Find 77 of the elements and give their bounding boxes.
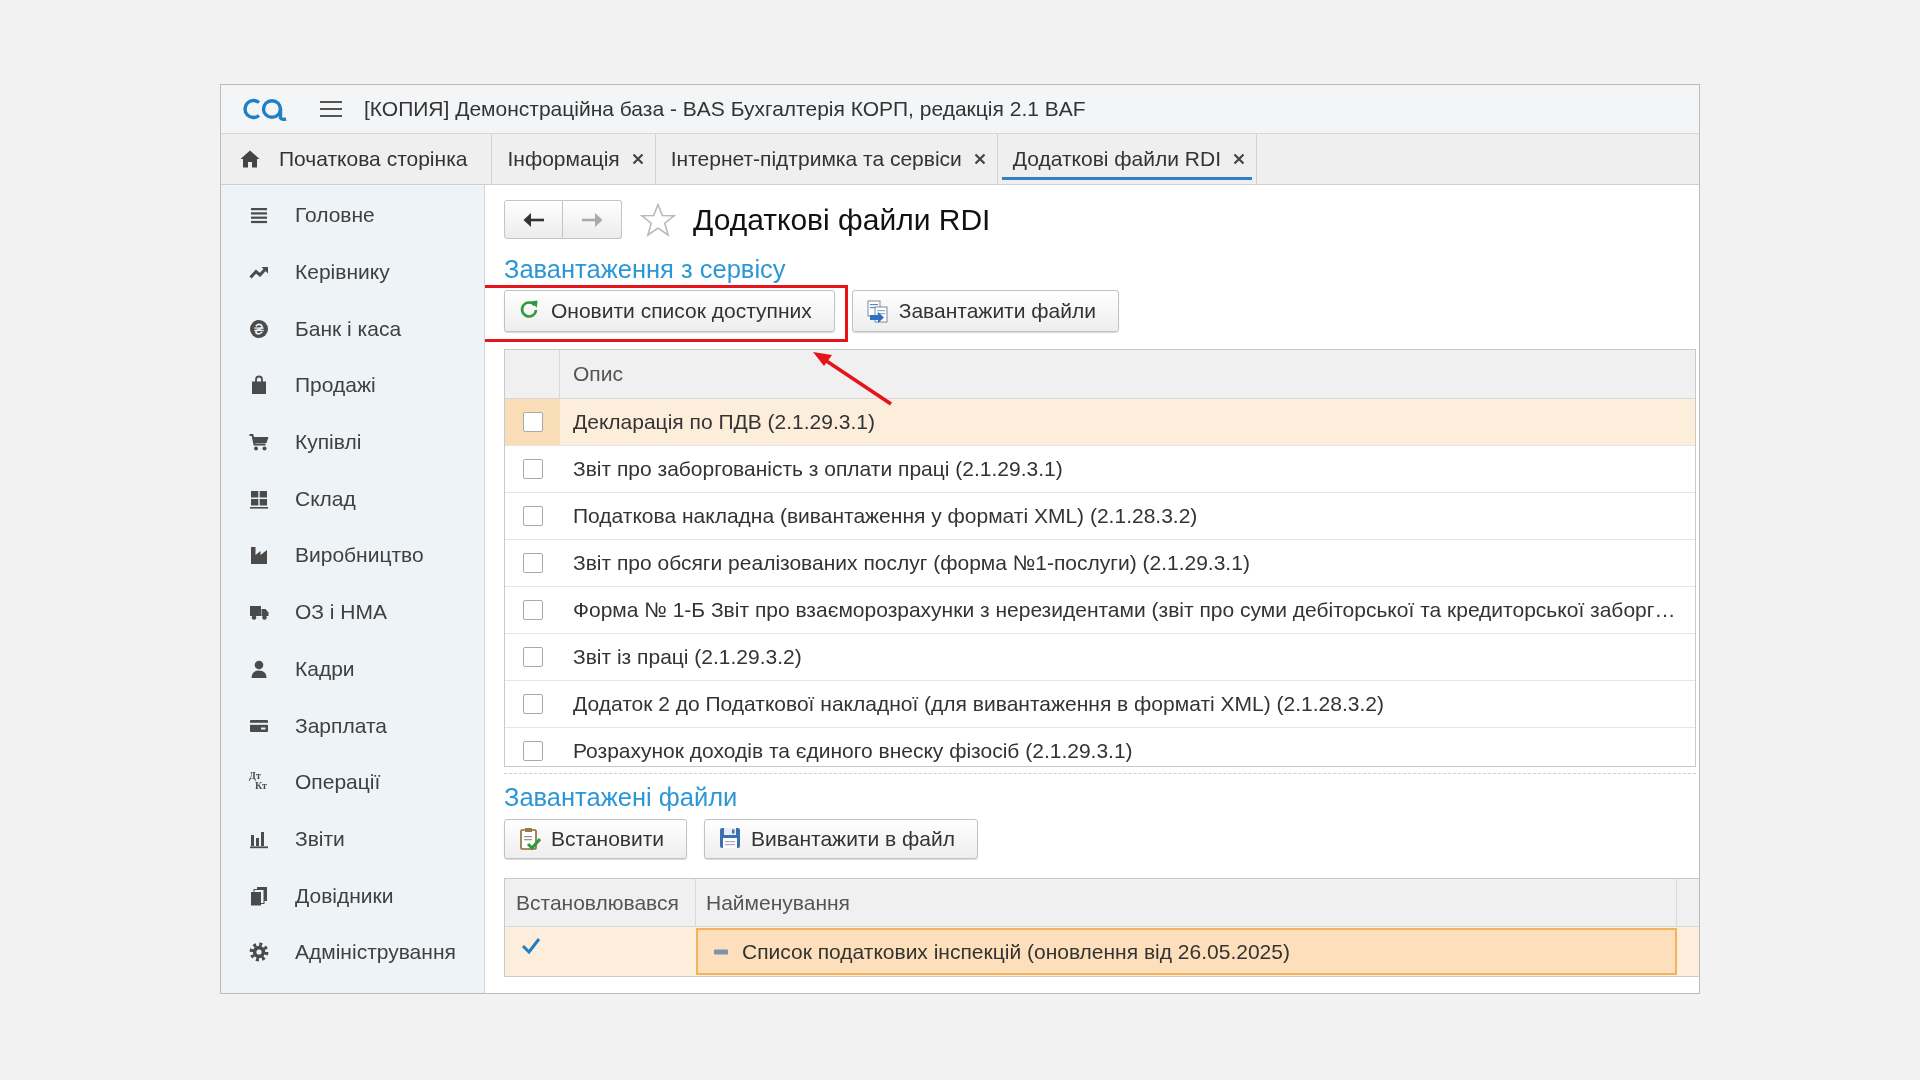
sidebar-item[interactable]: Купівлі (221, 413, 484, 471)
table-row[interactable]: Розрахунок доходів та єдиного внеску фізосіб (2.1.29.3.1) (505, 728, 1695, 766)
sidebar-item[interactable]: Виробництво (221, 527, 484, 584)
person-icon (249, 658, 269, 679)
sidebar-item[interactable]: Дт Кт Операції (221, 753, 484, 811)
close-icon[interactable] (1233, 153, 1245, 165)
refresh-list-button[interactable]: Оновити список доступних (504, 290, 835, 332)
file-name: Список податкових інспекцій (оновлення від 26.05.2025) (742, 939, 1290, 964)
menu-icon[interactable] (320, 100, 342, 118)
documents-icon (249, 885, 269, 906)
logo-icon[interactable] (242, 96, 288, 122)
sidebar-item[interactable]: Кадри (221, 640, 484, 698)
back-button[interactable] (504, 200, 563, 239)
home-icon (240, 150, 260, 168)
description-text: Додаток 2 до Податкової накладної (для вивантаження в форматі XML) (2.1.28.3.2) (572, 692, 1384, 716)
table-row[interactable]: Декларація по ПДВ (2.1.29.3.1) (505, 399, 1695, 446)
checkbox[interactable] (522, 741, 543, 761)
sidebar-item[interactable]: Керівнику (221, 243, 484, 301)
sidebar-item[interactable]: Головне (221, 187, 484, 244)
tab[interactable]: Додаткові файли RDI (997, 134, 1257, 184)
column-header[interactable]: Найменування (696, 879, 1677, 926)
tab[interactable]: Початкова сторінка (221, 134, 493, 184)
section-heading: Завантажені файли (504, 782, 738, 812)
checkbox[interactable] (522, 459, 543, 479)
checkbox[interactable] (522, 600, 543, 620)
description-text: Розрахунок доходів та єдиного внеску фізосіб (2.1.29.3.1) (572, 739, 1133, 763)
checkbox[interactable] (522, 553, 543, 573)
sidebar-item[interactable]: Довідники (221, 867, 484, 924)
table-row[interactable]: Податкова накладна (вивантаження у форматі XML) (2.1.28.3.2) (505, 493, 1695, 540)
table-cell[interactable]: Список податкових інспекцій (оновлення від 26.05.2025) (696, 928, 1677, 975)
section-heading: Завантаження з сервісу (504, 254, 786, 284)
list-icon (249, 205, 269, 226)
sidebar-item[interactable]: Адміністрування (221, 923, 484, 981)
page-title: Додаткові файли RDI (693, 202, 991, 237)
checkbox[interactable] (522, 694, 543, 714)
checkbox[interactable] (522, 647, 543, 667)
tab[interactable]: Інтернет-підтримка та сервіси (655, 134, 998, 184)
gear-icon (249, 942, 269, 963)
sidebar-item[interactable]: Продажі (221, 357, 484, 414)
table-row[interactable]: Звіт про заборгованість з оплати праці (2.1.29.3.1) (505, 446, 1695, 493)
tab[interactable]: Інформація (492, 134, 656, 184)
column-header[interactable]: Опис (560, 350, 623, 398)
checkbox[interactable] (522, 506, 543, 526)
sidebar-item[interactable]: ОЗ і НМА (221, 583, 484, 641)
sidebar-item[interactable]: Зарплата (221, 697, 484, 754)
table-row[interactable]: Додаток 2 до Податкової накладної (для вивантаження в форматі XML) (2.1.28.3.2) (505, 681, 1695, 728)
description-text: Форма № 1-Б Звіт про взаєморозрахунки з нерезидентами (звіт про суми дебіторської та кредиторської заборг… (572, 598, 1676, 622)
coin-icon (249, 318, 269, 339)
checkbox[interactable] (522, 412, 543, 432)
table-row[interactable]: Звіт про обсяги реалізованих послуг (форма №1-послуги) (2.1.29.3.1) (505, 540, 1695, 587)
table-row[interactable]: Звіт із праці (2.1.29.3.2) (505, 634, 1695, 681)
debit-credit-label: Дт Кт (249, 771, 268, 794)
close-icon[interactable] (973, 153, 986, 165)
minus-icon (714, 948, 728, 955)
install-button[interactable]: Встановити (504, 819, 688, 859)
description-text: Податкова накладна (вивантаження у форматі XML) (2.1.28.3.2) (572, 504, 1198, 528)
description-text: Звіт про заборгованість з оплати праці (2.1.29.3.1) (572, 457, 1063, 481)
shelves-icon (249, 488, 269, 509)
description-text: Декларація по ПДВ (2.1.29.3.1) (572, 410, 875, 434)
clipboard-check-icon (519, 827, 541, 851)
sidebar-item[interactable]: Склад (221, 470, 484, 528)
table-row[interactable]: Список податкових інспекцій (оновлення від 26.05.2025) (505, 927, 1699, 976)
description-text: Звіт про обсяги реалізованих послуг (форма №1-послуги) (2.1.29.3.1) (572, 551, 1250, 575)
documents-transfer-icon (866, 299, 889, 323)
download-files-button[interactable]: Завантажити файли (851, 290, 1119, 332)
close-icon[interactable] (631, 153, 644, 165)
column-header[interactable]: Встановлювався (505, 879, 696, 926)
cart-icon (249, 432, 269, 453)
star-icon[interactable] (640, 202, 676, 237)
window-title: [КОПИЯ] Демонстраційна база - BAS Бухгалтерія КОРП, редакція 2.1 BAF (364, 97, 1086, 121)
factory-icon (249, 545, 269, 566)
table-row[interactable]: Форма № 1-Б Звіт про взаєморозрахунки з нерезидентами (звіт про суми дебіторської та кредиторської заборг… (505, 587, 1695, 634)
sidebar-item[interactable]: Звіти (221, 810, 484, 868)
export-to-file-button[interactable]: Вивантажити в файл (704, 819, 978, 859)
description-text: Звіт із праці (2.1.29.3.2) (572, 645, 802, 669)
shopping-bag-icon (249, 375, 269, 396)
sidebar-item[interactable]: Банк і каса (221, 300, 484, 358)
